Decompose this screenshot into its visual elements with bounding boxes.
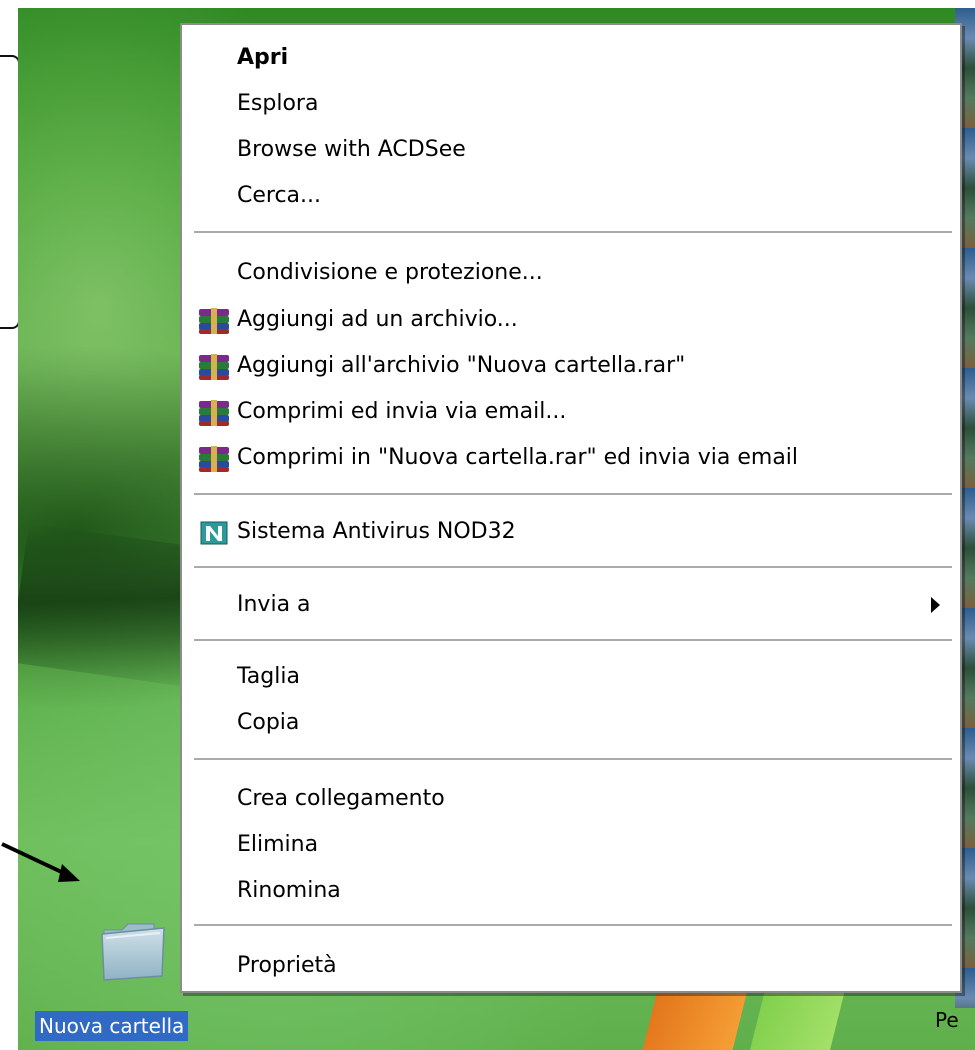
menu-item-label: Proprietà [237, 953, 337, 978]
menu-item-label: Copia [237, 710, 300, 735]
menu-item-apri[interactable]: Apri [182, 35, 960, 81]
winrar-icon [199, 354, 229, 380]
menu-item-label: Aggiungi all'archivio "Nuova cartella.ra… [237, 353, 686, 378]
context-menu: Apri Esplora Browse with ACDSee Cerca... Con… [180, 23, 962, 993]
menu-item-cerca[interactable]: Cerca... [182, 173, 960, 219]
menu-separator [194, 758, 952, 760]
menu-item-elimina[interactable]: Elimina [182, 822, 960, 868]
menu-item-label: Aggiungi ad un archivio... [237, 307, 518, 332]
menu-separator [194, 566, 952, 568]
partially-visible-icon-label: Pe [935, 1008, 959, 1032]
menu-item-label: Comprimi in "Nuova cartella.rar" ed invi… [237, 445, 799, 470]
menu-item-label: Comprimi ed invia via email... [237, 399, 567, 424]
menu-separator [194, 231, 952, 233]
menu-separator [194, 493, 952, 495]
menu-item-label: Taglia [237, 664, 300, 689]
pointer-arrow-icon [1, 842, 80, 882]
menu-item-label: Crea collegamento [237, 786, 445, 811]
menu-item-label: Cerca... [237, 183, 322, 208]
winrar-icon [199, 400, 229, 426]
winrar-icon [199, 308, 229, 334]
menu-item-label: Browse with ACDSee [237, 137, 466, 162]
menu-item-crea-collegamento[interactable]: Crea collegamento [182, 776, 960, 822]
menu-item-invia-a[interactable]: Invia a [182, 582, 960, 628]
menu-item-sistema-antivirus-nod32[interactable]: Sistema Antivirus NOD32 [182, 509, 960, 555]
menu-item-comprimi-in-nuova-cartella-rar-ed-invia-via-email[interactable]: Comprimi in "Nuova cartella.rar" ed invi… [182, 435, 960, 481]
submenu-arrow-icon [931, 597, 940, 613]
menu-item-label: Condivisione e protezione... [237, 260, 543, 285]
menu-item-esplora[interactable]: Esplora [182, 81, 960, 127]
menu-item-label: Elimina [237, 832, 319, 857]
menu-item-comprimi-ed-invia-via-email[interactable]: Comprimi ed invia via email... [182, 389, 960, 435]
menu-item-label: Invia a [237, 592, 311, 617]
nod32-icon [200, 521, 228, 545]
menu-item-label: Esplora [237, 91, 319, 116]
menu-item-label: Sistema Antivirus NOD32 [237, 519, 516, 544]
menu-item-label: Rinomina [237, 878, 341, 903]
winrar-icon [199, 446, 229, 472]
folder-icon[interactable] [100, 920, 170, 982]
folder-label[interactable]: Nuova cartella [35, 1011, 189, 1041]
menu-item-aggiungi-all-archivio-nuova-cartella-rar[interactable]: Aggiungi all'archivio "Nuova cartella.ra… [182, 343, 960, 389]
menu-item-aggiungi-ad-un-archivio[interactable]: Aggiungi ad un archivio... [182, 297, 960, 343]
menu-separator [194, 924, 952, 926]
menu-item-rinomina[interactable]: Rinomina [182, 868, 960, 914]
menu-item-taglia[interactable]: Taglia [182, 654, 960, 700]
menu-item-condivisione-e-protezione[interactable]: Condivisione e protezione... [182, 250, 960, 296]
menu-item-proprieta[interactable]: Proprietà [182, 943, 960, 989]
menu-item-copia[interactable]: Copia [182, 700, 960, 746]
menu-item-label: Apri [237, 45, 289, 70]
callout-box [0, 55, 20, 329]
menu-separator [194, 639, 952, 641]
menu-item-browse-with-acdsee[interactable]: Browse with ACDSee [182, 127, 960, 173]
